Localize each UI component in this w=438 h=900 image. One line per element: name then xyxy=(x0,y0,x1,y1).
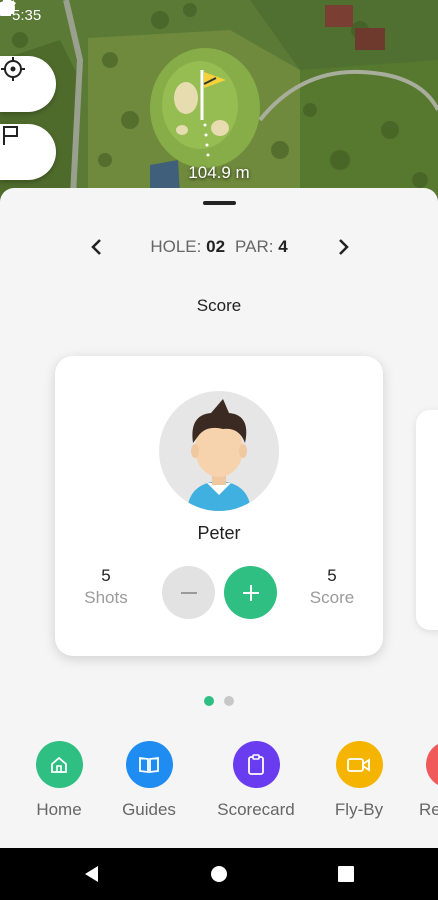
locate-button[interactable] xyxy=(0,56,56,112)
crosshair-icon xyxy=(1,57,25,81)
home-icon xyxy=(51,756,67,773)
player-name: Peter xyxy=(197,523,241,543)
hole-number: 02 xyxy=(206,237,226,256)
score-value: 5 xyxy=(327,566,337,585)
book-icon-badge xyxy=(125,741,173,788)
nav-item-scorecard[interactable]: Scorecard xyxy=(211,741,301,820)
next-player-card[interactable] xyxy=(416,410,438,630)
battery-icon xyxy=(0,0,10,16)
nav-label-partial: Re xyxy=(419,800,438,819)
clipboard-icon-badge xyxy=(232,741,280,788)
hole-navigator: HOLE: 02 PAR: 4 xyxy=(0,232,438,262)
par-label: PAR: xyxy=(235,237,274,256)
score-sheet: HOLE: 02 PAR: 4 Score Peter 5 Shots 5 Sc… xyxy=(0,188,438,848)
page-indicator xyxy=(0,696,438,706)
video-icon-badge xyxy=(335,741,383,788)
sheet-drag-handle[interactable] xyxy=(203,201,236,205)
flag-icon xyxy=(3,126,18,145)
chevron-left-icon xyxy=(91,239,101,255)
system-navigation-bar xyxy=(0,848,438,900)
nav-item-fly-by[interactable]: Fly-By xyxy=(314,741,404,820)
previous-hole-button[interactable] xyxy=(84,235,108,259)
course-map[interactable]: 5:35 104.9 m xyxy=(0,0,438,215)
avatar-illustration xyxy=(187,399,251,511)
nav-item-guides[interactable]: Guides xyxy=(104,741,194,820)
par-value: 4 xyxy=(278,237,288,256)
decrease-shots-button[interactable] xyxy=(162,566,215,619)
nav-label-home: Home xyxy=(36,800,82,819)
shots-label: Shots xyxy=(84,588,128,607)
shots-stat: 5 Shots xyxy=(71,566,141,608)
player-score-card: Peter 5 Shots 5 Score xyxy=(55,356,383,656)
nav-label-scorecard: Scorecard xyxy=(217,800,295,819)
minus-icon xyxy=(180,591,197,594)
status-time: 5:35 xyxy=(12,6,42,24)
increase-shots-button[interactable] xyxy=(224,566,277,619)
home-circle-icon[interactable] xyxy=(210,865,228,883)
distance-label: 104.9 m xyxy=(188,163,250,182)
bottom-navigation: Home Guides Scorecard Fly-By Re xyxy=(0,741,438,821)
score-label: Score xyxy=(309,588,355,607)
nav-item-home[interactable]: Home xyxy=(14,741,104,820)
nav-item-partial[interactable]: Re xyxy=(404,741,438,820)
nav-label-fly-by: Fly-By xyxy=(334,800,384,819)
book-icon xyxy=(139,756,159,773)
avatar xyxy=(159,391,279,511)
recents-icon[interactable] xyxy=(337,865,355,883)
video-icon xyxy=(347,757,370,772)
nav-label-guides: Guides xyxy=(122,800,176,819)
shots-value: 5 xyxy=(101,566,111,585)
plus-icon xyxy=(242,584,259,601)
next-hole-button[interactable] xyxy=(332,235,356,259)
hole-label: HOLE: xyxy=(150,237,202,256)
page-dot-active[interactable] xyxy=(204,696,214,706)
red-icon-badge xyxy=(425,741,438,788)
back-icon[interactable] xyxy=(83,865,101,883)
home-icon-badge xyxy=(35,741,83,788)
chevron-right-icon xyxy=(339,239,349,255)
section-title: Score xyxy=(196,296,242,315)
clipboard-icon xyxy=(248,753,264,775)
status-bar: 5:35 xyxy=(0,0,438,30)
page-dot[interactable] xyxy=(224,696,234,706)
score-stat: 5 Score xyxy=(297,566,367,608)
